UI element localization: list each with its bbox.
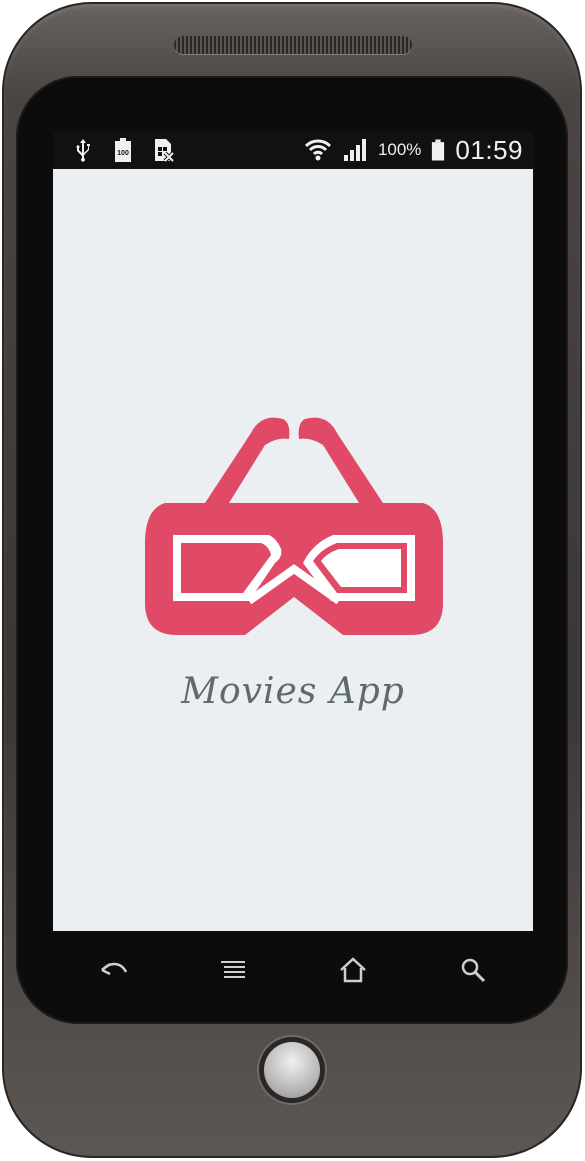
- status-system-icons: 100% 01:59: [304, 135, 523, 165]
- search-icon: [461, 958, 486, 983]
- status-bar: 100 100% 01:59: [53, 131, 533, 169]
- usb-icon: [76, 139, 90, 162]
- search-button[interactable]: [453, 950, 493, 990]
- signal-icon: [343, 139, 366, 161]
- home-nav-button[interactable]: [333, 950, 373, 990]
- menu-button[interactable]: [213, 950, 253, 990]
- battery-icon: [432, 139, 445, 161]
- 3d-glasses-icon: [145, 417, 443, 635]
- home-icon: [340, 957, 366, 983]
- battery-percentage: 100%: [377, 140, 422, 159]
- back-icon: [101, 962, 128, 976]
- device-screen: 100 100% 01:59 Movies App: [53, 131, 533, 931]
- sim-missing-icon: [155, 139, 175, 163]
- app-title: Movies App: [181, 671, 405, 712]
- status-clock: 01:59: [455, 134, 523, 165]
- wifi-icon: [304, 139, 331, 161]
- menu-icon: [221, 961, 245, 978]
- trackball-button[interactable]: [264, 1042, 320, 1098]
- svg-text:100: 100: [117, 150, 129, 157]
- back-button[interactable]: [93, 950, 133, 990]
- earpiece-speaker: [174, 36, 412, 54]
- battery-100-icon: 100: [115, 138, 131, 162]
- status-notification-icons: 100: [71, 137, 175, 163]
- navigation-bar: [53, 938, 533, 1000]
